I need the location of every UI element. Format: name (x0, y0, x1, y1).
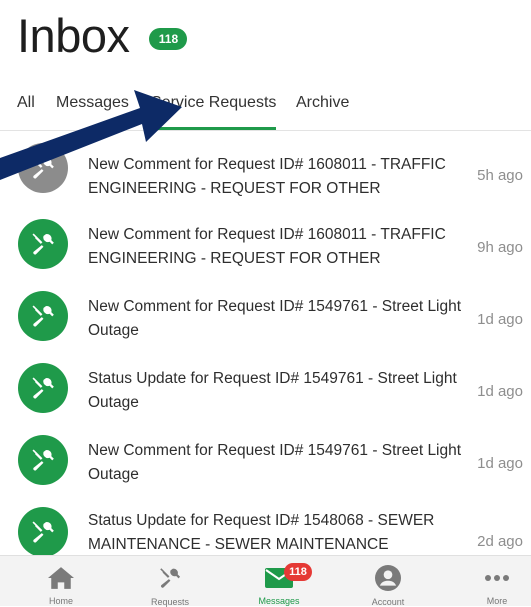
home-icon (48, 565, 74, 590)
wrench-screwdriver-icon (18, 143, 68, 193)
item-title: Status Update for Request ID# 1549761 - … (88, 370, 457, 411)
filter-tabs: All Messages Service Requests Archive (0, 88, 531, 131)
list-item[interactable]: New Comment for Request ID# 1549761 - St… (0, 289, 531, 361)
list-item[interactable]: Status Update for Request ID# 1549761 - … (0, 361, 531, 433)
wrench-screwdriver-icon (18, 507, 68, 555)
messages-badge: 118 (284, 563, 312, 581)
item-timestamp: 2d ago (477, 533, 523, 550)
nav-account[interactable]: Account (343, 556, 433, 607)
item-title: New Comment for Request ID# 1608011 - TR… (88, 156, 446, 197)
list-item[interactable]: New Comment for Request ID# 1549761 - St… (0, 433, 531, 505)
tab-archive[interactable]: Archive (296, 94, 349, 112)
nav-label: Requests (150, 597, 190, 607)
message-list: New Comment for Request ID# 1608011 - TR… (0, 130, 531, 555)
inbox-header: Inbox 118 (17, 8, 188, 64)
bottom-nav: Home Requests 118 Messages Account More (0, 555, 531, 607)
unread-count-badge: 118 (149, 28, 188, 50)
list-item[interactable]: New Comment for Request ID# 1608011 - TR… (0, 217, 531, 289)
list-item[interactable]: New Comment for Request ID# 1608011 - TR… (0, 143, 531, 217)
tab-service-requests[interactable]: Service Requests (151, 94, 276, 112)
item-timestamp: 9h ago (477, 239, 523, 256)
nav-requests[interactable]: Requests (125, 556, 215, 607)
tab-messages[interactable]: Messages (56, 94, 129, 112)
nav-label: Account (371, 597, 405, 607)
person-icon (375, 565, 401, 591)
wrench-screwdriver-icon (18, 219, 68, 269)
wrench-screwdriver-icon (18, 291, 68, 341)
wrench-screwdriver-icon (18, 435, 68, 485)
nav-home[interactable]: Home (16, 556, 106, 606)
item-timestamp: 1d ago (477, 311, 523, 328)
item-title: New Comment for Request ID# 1549761 - St… (88, 298, 462, 339)
tab-all[interactable]: All (17, 94, 35, 112)
item-title: New Comment for Request ID# 1608011 - TR… (88, 226, 446, 267)
page-title: Inbox (17, 9, 130, 62)
item-title: New Comment for Request ID# 1549761 - St… (88, 442, 462, 483)
wrench-screwdriver-icon (157, 565, 183, 591)
item-timestamp: 5h ago (477, 167, 523, 184)
wrench-screwdriver-icon (18, 363, 68, 413)
nav-more[interactable]: More (452, 556, 531, 606)
nav-messages[interactable]: 118 Messages (234, 556, 324, 606)
list-item[interactable]: Status Update for Request ID# 1548068 - … (0, 505, 531, 555)
item-timestamp: 1d ago (477, 383, 523, 400)
item-timestamp: 1d ago (477, 455, 523, 472)
item-title: Status Update for Request ID# 1548068 - … (88, 512, 435, 553)
more-dots-icon (484, 565, 510, 590)
